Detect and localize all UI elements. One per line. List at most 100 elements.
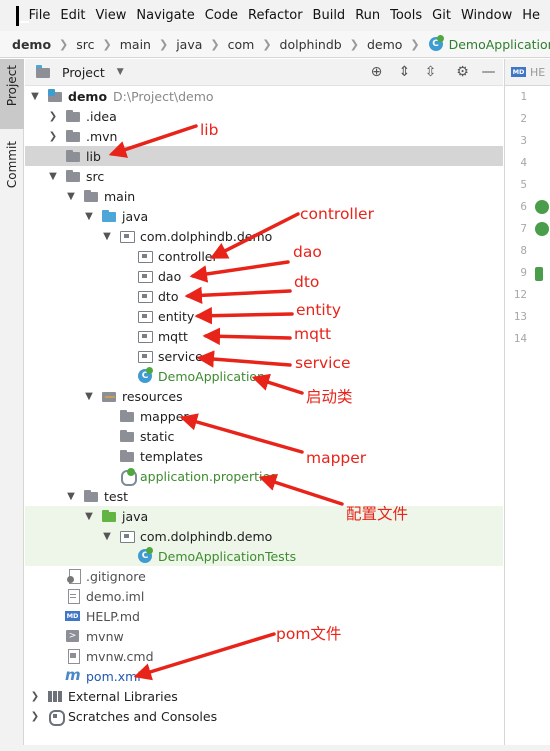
collapse-arrow-icon[interactable]: ❯ bbox=[29, 691, 41, 702]
menu-build[interactable]: Build bbox=[313, 8, 346, 23]
expand-arrow-icon[interactable]: ▼ bbox=[47, 171, 59, 182]
tree-row-demo-application[interactable]: ❯ DemoApplication bbox=[25, 366, 503, 386]
tree-row-demo[interactable]: ▼ demo D:\Project\demo bbox=[25, 86, 503, 106]
gear-icon[interactable]: ⚙ bbox=[455, 65, 470, 80]
breadcrumb-java[interactable]: java bbox=[176, 37, 202, 52]
menu-tools[interactable]: Tools bbox=[390, 8, 422, 23]
expand-arrow-icon[interactable]: ▼ bbox=[29, 91, 41, 102]
tree-row-main[interactable]: ▼ main bbox=[25, 186, 503, 206]
tree-row-templates[interactable]: ❯ templates bbox=[25, 446, 503, 466]
menu-navigate[interactable]: Navigate bbox=[136, 8, 194, 23]
tree-row-help-md[interactable]: ❯ HELP.md bbox=[25, 606, 503, 626]
folder-icon bbox=[119, 409, 135, 423]
tree-row-gitignore[interactable]: ❯ .gitignore bbox=[25, 566, 503, 586]
breadcrumb-main[interactable]: main bbox=[120, 37, 151, 52]
expand-arrow-icon[interactable]: ▼ bbox=[83, 391, 95, 402]
menu-help[interactable]: He bbox=[522, 8, 540, 23]
tool-tab-project[interactable]: Project bbox=[0, 59, 24, 129]
collapse-arrow-icon[interactable]: ❯ bbox=[47, 111, 59, 122]
annotation-mapper: mapper bbox=[306, 449, 367, 467]
minimize-icon[interactable]: — bbox=[481, 65, 496, 80]
tree-label: .idea bbox=[86, 108, 117, 124]
tree-row-pom[interactable]: ❯ pom.xml bbox=[25, 666, 503, 686]
libraries-icon bbox=[47, 689, 63, 703]
tree-label: DemoApplication bbox=[158, 368, 265, 384]
expand-all-icon[interactable]: ⇕ bbox=[397, 65, 412, 80]
line-number: 9 bbox=[520, 266, 527, 279]
chevron-right-icon: ❯ bbox=[410, 37, 420, 51]
package-icon bbox=[137, 349, 153, 363]
breadcrumb-src[interactable]: src bbox=[76, 37, 94, 52]
panel-title[interactable]: Project bbox=[62, 65, 105, 80]
tree-row-service[interactable]: ❯ service bbox=[25, 346, 503, 366]
tree-label: pom.xml bbox=[86, 668, 141, 684]
breadcrumb-dolphindb[interactable]: dolphindb bbox=[280, 37, 342, 52]
menu-view[interactable]: View bbox=[96, 8, 127, 23]
locate-icon[interactable]: ⊕ bbox=[369, 65, 384, 80]
tree-row-demo-application-tests[interactable]: ❯ DemoApplicationTests bbox=[25, 546, 503, 566]
menu-run[interactable]: Run bbox=[355, 8, 380, 23]
spring-bean-gutter-icon[interactable] bbox=[535, 200, 549, 214]
tree-row-demo-iml[interactable]: ❯ demo.iml bbox=[25, 586, 503, 606]
tree-row-entity[interactable]: ❯ entity bbox=[25, 306, 503, 326]
tree-row-java[interactable]: ▼ java bbox=[25, 206, 503, 226]
package-icon bbox=[137, 249, 153, 263]
spring-class-icon bbox=[137, 367, 153, 383]
tree-row-external-libraries[interactable]: ❯ External Libraries bbox=[25, 686, 503, 706]
tree-row-test-java[interactable]: ▼ java bbox=[25, 506, 503, 526]
tree-label: demo.iml bbox=[86, 588, 145, 604]
expand-arrow-icon[interactable]: ▼ bbox=[101, 531, 113, 542]
tree-row-test-package[interactable]: ▼ com.dolphindb.demo bbox=[25, 526, 503, 546]
folder-icon bbox=[65, 129, 81, 143]
tree-row-mqtt[interactable]: ❯ mqtt bbox=[25, 326, 503, 346]
expand-arrow-icon[interactable]: ▼ bbox=[65, 491, 77, 502]
tree-row-application-properties[interactable]: ❯ application.properties bbox=[25, 466, 503, 486]
editor-tab[interactable]: HE bbox=[505, 59, 550, 86]
tree-row-lib[interactable]: ❯ lib bbox=[25, 146, 503, 166]
tree-row-resources[interactable]: ▼ resources bbox=[25, 386, 503, 406]
tree-row-dao[interactable]: ❯ dao bbox=[25, 266, 503, 286]
menu-code[interactable]: Code bbox=[205, 8, 238, 23]
breadcrumb-demo-application[interactable]: DemoApplication bbox=[428, 35, 550, 52]
collapse-arrow-icon[interactable]: ❯ bbox=[29, 711, 41, 722]
expand-arrow-icon[interactable]: ▼ bbox=[83, 511, 95, 522]
tree-row-mvnw-cmd[interactable]: ❯ mvnw.cmd bbox=[25, 646, 503, 666]
spring-boot-run-gutter-icon[interactable] bbox=[535, 222, 549, 236]
breadcrumb-demo-pkg[interactable]: demo bbox=[367, 37, 402, 52]
project-tree: ▼ demo D:\Project\demo ❯ .idea ❯ .mvn ❯ … bbox=[25, 86, 503, 726]
tool-tab-commit[interactable]: Commit bbox=[0, 137, 24, 207]
bottom-edge bbox=[0, 745, 550, 751]
menu-file[interactable]: File bbox=[29, 8, 51, 23]
tree-label: application.properties bbox=[140, 468, 277, 484]
line-number: 8 bbox=[520, 244, 527, 257]
collapse-all-icon[interactable]: ⇳ bbox=[423, 65, 438, 80]
left-tool-strip: Project Commit bbox=[0, 59, 24, 751]
tree-row-mapper[interactable]: ❯ mapper bbox=[25, 406, 503, 426]
tree-row-mvnw[interactable]: ❯ mvnw bbox=[25, 626, 503, 646]
tree-row-idea[interactable]: ❯ .idea bbox=[25, 106, 503, 126]
menu-git[interactable]: Git bbox=[432, 8, 451, 23]
tree-row-test[interactable]: ▼ test bbox=[25, 486, 503, 506]
tree-label: mapper bbox=[140, 408, 189, 424]
tree-row-mvn[interactable]: ❯ .mvn bbox=[25, 126, 503, 146]
tree-row-dto[interactable]: ❯ dto bbox=[25, 286, 503, 306]
chevron-down-icon[interactable]: ▼ bbox=[117, 67, 124, 77]
menu-edit[interactable]: Edit bbox=[60, 8, 85, 23]
menu-refactor[interactable]: Refactor bbox=[248, 8, 303, 23]
expand-arrow-icon[interactable]: ▼ bbox=[65, 191, 77, 202]
line-number: 5 bbox=[520, 178, 527, 191]
tree-row-static[interactable]: ❯ static bbox=[25, 426, 503, 446]
tree-row-package[interactable]: ▼ com.dolphindb.demo bbox=[25, 226, 503, 246]
run-gutter-icon[interactable] bbox=[535, 267, 543, 281]
tree-row-controller[interactable]: ❯ controller bbox=[25, 246, 503, 266]
expand-arrow-icon[interactable]: ▼ bbox=[83, 211, 95, 222]
expand-arrow-icon[interactable]: ▼ bbox=[101, 231, 113, 242]
tree-row-scratches[interactable]: ❯ Scratches and Consoles bbox=[25, 706, 503, 726]
breadcrumb-demo[interactable]: demo bbox=[12, 37, 51, 52]
tree-row-src[interactable]: ▼ src bbox=[25, 166, 503, 186]
collapse-arrow-icon[interactable]: ❯ bbox=[47, 131, 59, 142]
breadcrumb-com[interactable]: com bbox=[228, 37, 255, 52]
spring-class-icon bbox=[137, 547, 153, 563]
menu-window[interactable]: Window bbox=[461, 8, 512, 23]
tree-label: dto bbox=[158, 288, 179, 304]
